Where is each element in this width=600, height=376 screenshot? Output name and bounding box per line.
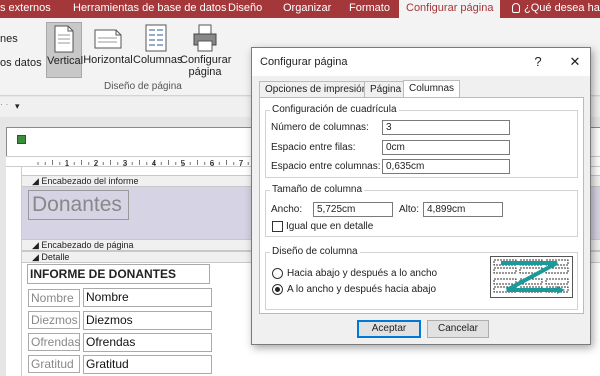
landscape-page-icon [94,29,122,49]
group-label-diseno-pagina: Diseño de página [104,81,182,92]
num-columns-input[interactable]: 3 [382,120,510,135]
same-as-detail-label: Igual que en detalle [286,221,374,232]
height-input[interactable]: 4,899cm [423,202,503,217]
aceptar-button[interactable]: Aceptar [357,320,421,338]
section-arrow-icon: ◢ [32,176,42,186]
partial-button-datos[interactable]: os datos [0,57,42,69]
tab-que-desea-hacer[interactable]: ¿Qué desea hacer [524,0,600,18]
column-spacing-label: Espacio entre columnas: [271,161,381,172]
section-label-detail: Detalle [41,252,70,262]
report-selector-icon[interactable] [17,135,26,144]
configurar-label-2: página [188,66,222,78]
columnas-button[interactable]: Columnas [133,22,183,78]
height-label: Alto: [399,204,420,215]
section-arrow-icon: ◢ [32,252,42,262]
row-spacing-label: Espacio entre filas: [271,142,356,153]
report-title-label[interactable]: Donantes [28,190,129,220]
column-layout-preview-icon [490,256,573,298]
grid-settings-title: Configuración de cuadrícula [270,104,399,115]
tab-organizar[interactable]: Organizar [283,0,331,18]
vertical-button[interactable]: Vertical [46,22,84,78]
z-order-preview-icon [493,259,569,294]
ribbon-dots: · · [0,99,9,109]
ruler-number: 6 [210,159,215,168]
tab-opciones-impresion[interactable]: Opciones de impresión [259,81,374,97]
tab-herramientas-base-datos[interactable]: Herramientas de base de datos [73,0,226,18]
help-icon[interactable]: ? [528,48,548,76]
tab-pagina[interactable]: Página [364,81,408,97]
page-setup-printer-icon [193,24,217,52]
customize-quick-access-icon[interactable]: ▾ [15,101,20,112]
tab-configurar-pagina[interactable]: Configurar página [399,0,501,18]
tab-formato[interactable]: Formato [349,0,390,18]
partial-button-nes[interactable]: nes [0,33,18,45]
configurar-pagina-button[interactable]: Configurar página [180,22,232,82]
width-input[interactable]: 5,725cm [313,202,393,217]
ruler-number: 7 [239,159,244,168]
ruler-number: 2 [94,159,99,168]
label-diezmos[interactable]: Diezmos [28,311,80,329]
ruler-number: 1 [65,159,70,168]
label-ofrendas[interactable]: Ofrendas [28,333,80,351]
report-heading-label[interactable]: INFORME DE DONANTES [27,264,210,284]
column-spacing-input[interactable]: 0,635cm [382,159,510,174]
section-arrow-icon: ◢ [32,240,42,250]
across-then-down-label: A lo ancho y después hacia abajo [287,284,436,295]
field-diezmos[interactable]: Diezmos [83,311,212,330]
vertical-ruler [6,167,22,376]
field-gratitud[interactable]: Gratitud [83,355,212,374]
field-nombre[interactable]: Nombre [83,288,212,307]
width-label: Ancho: [271,204,303,215]
columnas-label: Columnas [133,54,183,66]
lightbulb-icon [512,3,520,13]
same-as-detail-checkbox[interactable] [272,221,283,232]
ruler-number: 5 [181,159,186,168]
horizontal-button[interactable]: Horizontal [83,22,133,78]
across-then-down-radio[interactable] [272,284,283,295]
label-gratitud[interactable]: Gratitud [28,355,80,373]
field-ofrendas[interactable]: Ofrendas [83,333,212,352]
cancelar-button[interactable]: Cancelar [427,320,489,338]
row-spacing-input[interactable]: 0cm [382,140,510,155]
column-layout-title: Diseño de columna [270,246,360,257]
section-label-page-header: Encabezado de página [41,240,134,250]
tab-diseno[interactable]: Diseño [228,0,262,18]
num-columns-label: Número de columnas: [271,122,369,133]
close-icon[interactable]: ✕ [562,48,588,76]
column-size-title: Tamaño de columna [270,184,365,195]
label-nombre[interactable]: Nombre [28,289,80,307]
ruler-number: 3 [123,159,128,168]
down-then-across-radio[interactable] [272,268,283,279]
ruler-number: 4 [152,159,157,168]
configurar-label-1: Configurar [180,54,232,66]
tab-datos-externos[interactable]: s externos [0,0,51,18]
page-setup-dialog: Configurar página ? ✕ Opciones de impres… [251,47,591,345]
ribbon-tab-bar: s externos Herramientas de base de datos… [0,0,600,18]
vertical-label: Vertical [47,55,84,67]
down-then-across-label: Hacia abajo y después a lo ancho [287,268,438,279]
dialog-title: Configurar página [260,56,348,68]
columns-icon [145,24,167,52]
section-label-report-header: Encabezado del informe [41,176,139,186]
tab-columnas[interactable]: Columnas [403,80,461,98]
portrait-page-icon [54,25,74,53]
horizontal-label: Horizontal [83,54,133,66]
